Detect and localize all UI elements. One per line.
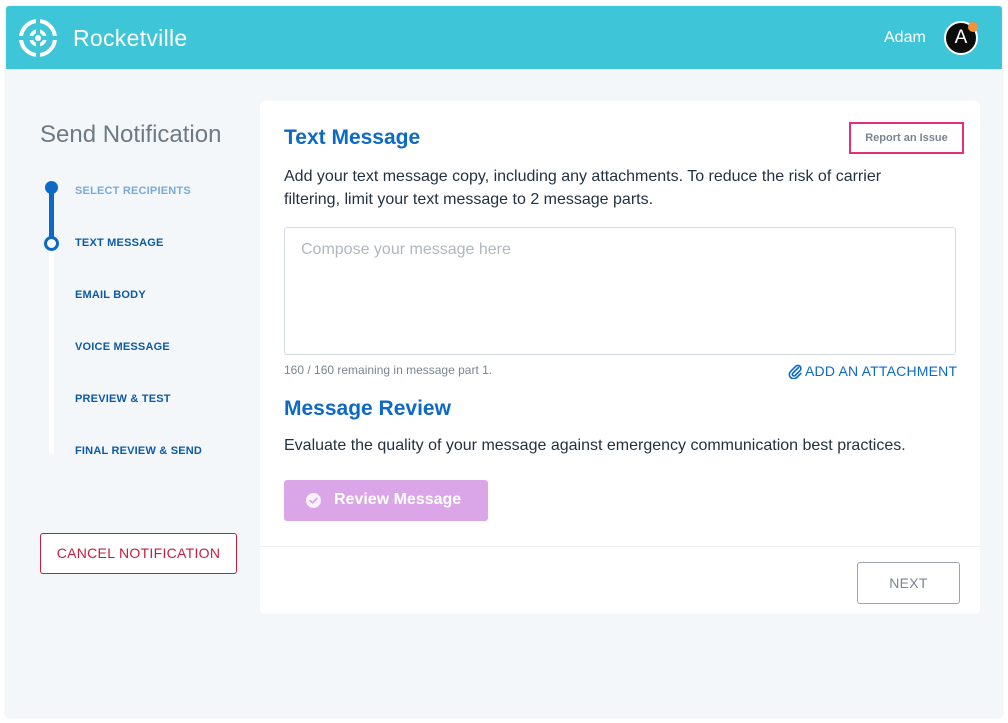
sidebar-title: Send Notification [40, 121, 222, 148]
step-done-marker [45, 181, 58, 194]
section-title: Text Message [284, 126, 421, 149]
user-name[interactable]: Adam [884, 29, 926, 47]
compose-message-input[interactable] [284, 227, 956, 355]
cancel-notification-button[interactable]: CANCEL NOTIFICATION [40, 533, 237, 574]
section-description: Add your text message copy, including an… [284, 168, 882, 208]
step-preview-test[interactable]: PREVIEW & TEST [75, 393, 171, 405]
review-message-button[interactable]: Review Message [284, 480, 488, 521]
review-message-label: Review Message [334, 491, 462, 508]
step-text-message[interactable]: TEXT MESSAGE [75, 237, 164, 249]
card-divider [260, 546, 980, 547]
main-card: Text Message Report an Issue Add your te… [260, 101, 980, 614]
rocketville-logo-icon[interactable] [19, 19, 57, 57]
paperclip-icon [788, 364, 802, 379]
character-counter: 160 / 160 remaining in message part 1. [284, 363, 493, 377]
step-select-recipients[interactable]: SELECT RECIPIENTS [75, 185, 191, 197]
step-email-body[interactable]: EMAIL BODY [75, 289, 146, 301]
report-issue-button[interactable]: Report an Issue [849, 122, 964, 154]
step-final-review-send[interactable]: FINAL REVIEW & SEND [75, 445, 202, 457]
add-attachment-link[interactable]: ADD AN ATTACHMENT [788, 362, 958, 380]
message-review-title: Message Review [284, 397, 451, 420]
step-current-marker [44, 236, 59, 251]
add-attachment-label: ADD AN ATTACHMENT [805, 363, 958, 379]
message-review-description: Evaluate the quality of your message aga… [284, 437, 906, 454]
notification-badge [968, 22, 978, 32]
next-button[interactable]: NEXT [857, 562, 960, 604]
step-voice-message[interactable]: VOICE MESSAGE [75, 341, 170, 353]
app-window: Rocketville Adam A Send Notification SEL… [6, 6, 1002, 717]
top-bar: Rocketville Adam A [6, 6, 1002, 69]
check-circle-icon [306, 493, 321, 508]
app-brand-name[interactable]: Rocketville [73, 25, 188, 52]
